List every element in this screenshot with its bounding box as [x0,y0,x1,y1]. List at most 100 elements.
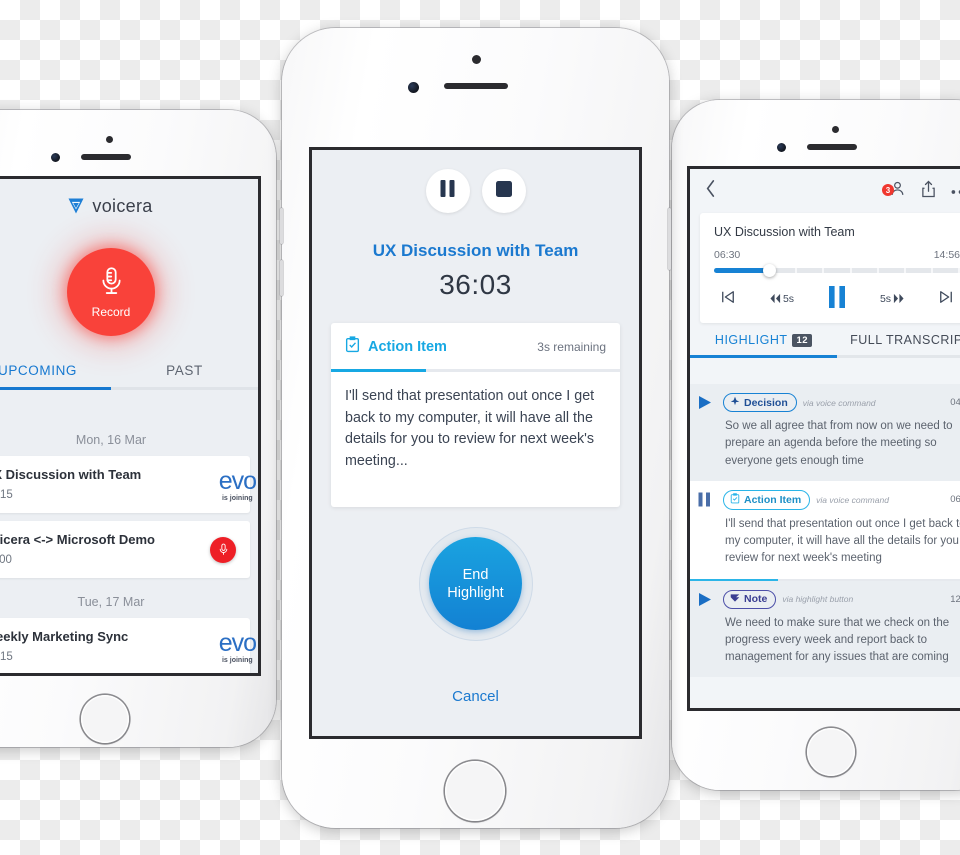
right-tabs: HIGHLIGHT 12 FULL TRANSCRIPT [690,333,960,355]
left-tab-indicator [0,387,258,390]
tab-full-transcript-label: FULL TRANSCRIPT [850,333,960,347]
participants-button[interactable]: 3 [882,180,906,202]
home-button[interactable] [445,761,505,821]
volume-up-button[interactable] [280,208,283,244]
tab-highlight[interactable]: HIGHLIGHT 12 [690,333,837,355]
highlight-text: So we all agree that from now on we need… [725,420,953,467]
right-nav-bar: 3 [690,169,960,213]
front-camera [408,82,419,93]
day-separator: Tue, 17 Mar [77,595,145,609]
meeting-title: Weekly Marketing Sync [0,629,129,644]
tab-upcoming[interactable]: UPCOMING [0,363,111,387]
evo-logo-text: evo [218,467,257,495]
highlight-item[interactable]: Decision via voice command 04:37 So we a… [690,384,960,481]
cancel-button[interactable]: Cancel [312,688,639,705]
highlight-text: I'll send that presentation out once I g… [725,517,960,565]
voicera-mark-icon [66,196,86,216]
meeting-card[interactable]: Voicera <-> Microsoft Demo 11:00 [0,521,250,578]
pause-button[interactable] [425,169,470,213]
highlight-transcript-text: I'll send that presentation out once I g… [345,388,595,470]
chip-label: Decision [744,396,788,409]
forward-label: 5s [879,292,892,305]
skip-previous-button[interactable] [720,290,736,307]
end-highlight-button[interactable]: End Highlight [429,537,522,631]
proximity-sensor [106,136,113,143]
pause-icon[interactable] [698,490,716,568]
rewind-label: 5s [782,292,795,305]
recording-title: UX Discussion with Team [372,241,579,260]
meeting-card[interactable]: Weekly Marketing Sync 08:15 evo is joini… [0,618,257,673]
brand-name: voicera [92,195,153,216]
home-button[interactable] [807,728,855,776]
audio-player: UX Discussion with Team 06:30 14:56 5s 5… [700,213,960,323]
highlight-item[interactable]: Note via highlight button 12:56 We need … [690,580,960,678]
rewind-5s-button[interactable]: 5s [770,293,794,305]
play-icon[interactable] [698,393,716,470]
highlight-list[interactable]: Decision via voice command 04:37 So we a… [690,384,960,708]
highlight-timestamp: 12:56 [950,593,960,605]
evo-joining-badge: evo is joining [218,467,257,503]
proximity-sensor [472,55,481,64]
stop-button[interactable] [481,169,526,213]
volume-down-button[interactable] [280,260,283,296]
highlight-type-chip: Decision [723,393,797,412]
chevron-left-icon[interactable] [704,179,717,203]
play-icon[interactable] [698,590,716,667]
more-horizontal-icon[interactable] [951,182,960,200]
forward-5s-button[interactable]: 5s [880,293,904,305]
highlight-source: via voice command [802,397,876,408]
highlight-item[interactable]: Action Item via voice command 06:23 I'll… [690,480,960,579]
end-highlight-line2: Highlight [447,584,504,601]
highlight-type-chip: Action Item [723,489,811,510]
participants-count-badge: 3 [882,184,894,196]
home-button[interactable] [81,695,129,743]
meeting-title: Voicera <-> Microsoft Demo [0,532,155,547]
chip-label: Note [744,593,768,605]
center-phone-screen: UX Discussion with Team 36:03 Action Ite… [309,147,642,739]
meeting-list[interactable]: Mon, 16 Mar UX Discussion with Team 09:1… [0,424,258,673]
player-scrubber[interactable] [714,264,960,277]
earpiece-speaker [444,83,508,89]
left-phone-device: voicera Record UPCOMING PAST Mon, 16 Mar… [0,110,276,747]
clipboard-check-icon [345,336,360,358]
share-icon[interactable] [921,180,936,203]
front-camera [777,143,786,152]
highlight-type-chip: Note [723,589,777,609]
microphone-icon [98,266,125,304]
evo-logo-text: evo [218,629,257,657]
stop-icon [495,180,512,202]
remaining-time-label: 3s remaining [537,340,606,354]
chip-label: Action Item [744,493,802,506]
meeting-time: 08:15 [0,651,13,663]
right-tab-indicator [690,355,960,358]
microphone-icon[interactable] [210,536,236,563]
tab-full-transcript[interactable]: FULL TRANSCRIPT [837,333,960,355]
meeting-card[interactable]: UX Discussion with Team 09:15 evo is joi… [0,456,257,513]
meeting-time: 11:00 [0,554,12,566]
left-top-bar: voicera [0,179,258,233]
voicera-logo: voicera [0,196,222,217]
decision-icon [730,396,740,409]
tab-highlight-label: HIGHLIGHT [714,333,788,347]
meeting-title: UX Discussion with Team [0,467,142,482]
skip-next-button[interactable] [938,290,954,307]
front-camera [51,153,60,162]
recording-controls [312,150,639,213]
power-button[interactable] [668,208,671,270]
highlight-timestamp: 04:37 [950,397,960,408]
left-phone-screen: voicera Record UPCOMING PAST Mon, 16 Mar… [0,176,261,676]
player-duration: 14:56 [933,249,960,261]
player-elapsed: 06:30 [714,249,741,261]
player-transport: 5s 5s [714,273,960,313]
tab-past[interactable]: PAST [111,363,258,387]
record-button[interactable]: Record [67,248,155,336]
record-button-label: Record [91,304,131,319]
highlight-text: We need to make sure that we check on th… [725,616,950,664]
pause-button[interactable] [828,286,846,311]
end-highlight-line1: End [462,566,489,583]
meeting-time: 09:15 [0,489,13,501]
highlight-type-label: Action Item [368,339,447,355]
left-tabs: UPCOMING PAST [0,363,258,387]
clipboard-check-icon [730,492,740,507]
evo-joining-label: is joining [221,657,253,664]
